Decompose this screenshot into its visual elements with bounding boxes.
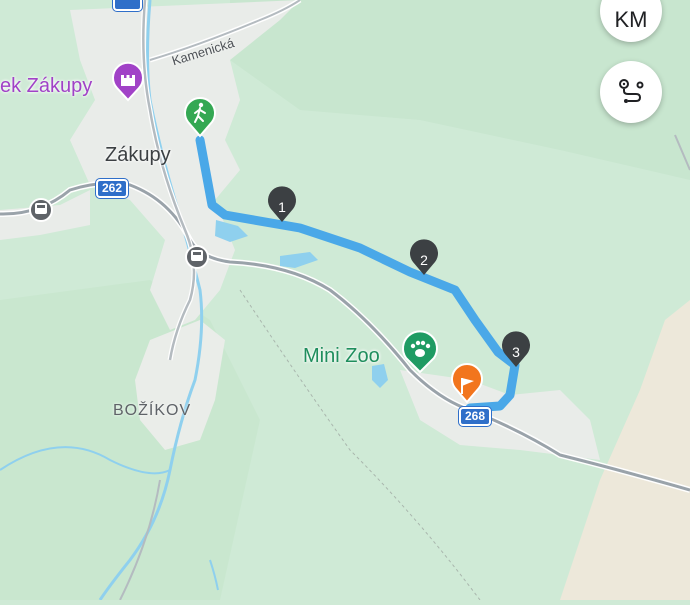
train-icon	[35, 203, 47, 214]
waypoint-label-2: 2	[420, 252, 428, 268]
zoo-poi-label[interactable]: Mini Zoo	[303, 345, 380, 368]
waypoint-label-1: 1	[278, 199, 286, 215]
units-toggle-label: KM	[614, 7, 648, 32]
town-label-zakupy: Zákupy	[105, 144, 171, 166]
road-shield-262: 262	[96, 179, 129, 198]
castle-icon	[121, 75, 135, 86]
train-station-marker[interactable]	[185, 245, 209, 269]
route-options-button[interactable]	[600, 61, 662, 123]
train-station-marker[interactable]	[29, 198, 53, 222]
train-icon	[191, 250, 203, 261]
route-icon	[619, 79, 644, 103]
road-shield-268: 268	[459, 407, 492, 426]
waypoint-label-3: 3	[512, 344, 520, 360]
village-label-bozikov: BOŽÍKOV	[113, 402, 192, 419]
castle-poi-label[interactable]: ek Zákupy	[0, 75, 92, 98]
road-shield-top	[113, 0, 142, 11]
map-canvas[interactable]: 1 2 3 ek Zákupy Zákupy Kamenická BOŽÍKOV…	[0, 0, 690, 601]
map-svg[interactable]: 1 2 3	[0, 0, 690, 601]
